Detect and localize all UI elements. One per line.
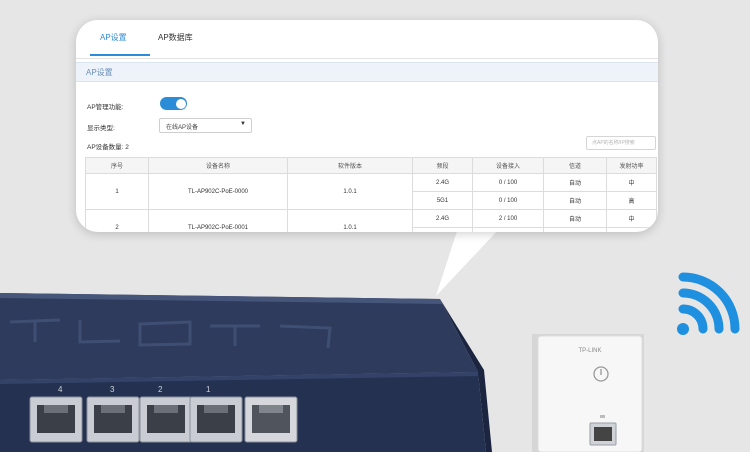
cell-index: 2 [85, 209, 149, 232]
cell-channel: 自动 [543, 209, 607, 228]
cell-power: 高 [606, 191, 657, 210]
display-type-value: 在线AP设备 [166, 125, 199, 131]
cell-index: 1 [85, 173, 149, 210]
chevron-down-icon: ▼ [240, 121, 246, 127]
section-title: AP设置 [86, 68, 113, 77]
tab-ap-database[interactable]: AP数据库 [158, 32, 193, 43]
tab-bar: AP设置 AP数据库 [76, 20, 658, 59]
cell-power: 中 [606, 209, 657, 228]
cell-power: 中 [606, 173, 657, 192]
ap-settings-panel: AP设置 AP数据库 AP设置 AP管理功能: 显示类型: 在线AP设备 ▼ A… [76, 20, 658, 232]
product-scene: 4 3 2 1 TP-LINK AP设置 AP数据库 AP设置 AP管理功能: … [0, 0, 750, 452]
col-header-version: 软件版本 [287, 157, 413, 174]
cell-device-name: TL-AP902C-PoE-0000 [148, 173, 288, 210]
col-header-channel: 信道 [543, 157, 607, 174]
cell-clients [472, 227, 544, 232]
table-row[interactable]: 1 TL-AP902C-PoE-0000 1.0.1 2.4G 0 / 100 … [85, 173, 657, 210]
section-header: AP设置 [76, 62, 658, 82]
toggle-knob [175, 98, 186, 109]
display-type-label: 显示类型: [87, 125, 115, 132]
ap-device-table: 序号 设备名称 软件版本 频段 设备接入 信道 发射功率 1 TL-AP902C… [85, 157, 657, 232]
cell-clients: 2 / 100 [472, 209, 544, 228]
cell-channel: 自动 [543, 191, 607, 210]
col-header-clients: 设备接入 [472, 157, 544, 174]
ap-manage-toggle[interactable] [160, 97, 187, 110]
ap-search-input[interactable] [586, 136, 656, 150]
col-header-index: 序号 [85, 157, 149, 174]
cell-band: 2.4G [412, 173, 473, 192]
col-header-band: 频段 [412, 157, 473, 174]
cell-band: 5G1 [412, 191, 473, 210]
cell-clients: 0 / 100 [472, 191, 544, 210]
cell-device-name: TL-AP902C-PoE-0001 [148, 209, 288, 232]
col-header-name: 设备名称 [148, 157, 288, 174]
col-header-power: 发射功率 [606, 157, 657, 174]
table-row[interactable]: 2 TL-AP902C-PoE-0001 1.0.1 2.4G 2 / 100 … [85, 209, 657, 232]
cell-version: 1.0.1 [287, 209, 413, 232]
cell-band: 2.4G [412, 209, 473, 228]
ap-device-count: AP设备数量: 2 [87, 144, 129, 151]
cell-band [412, 227, 473, 232]
table-header-row: 序号 设备名称 软件版本 频段 设备接入 信道 发射功率 [85, 157, 657, 174]
active-tab-indicator [90, 54, 150, 56]
display-type-select[interactable]: 在线AP设备 ▼ [159, 118, 252, 133]
cell-channel: 自动 [543, 173, 607, 192]
tab-ap-settings[interactable]: AP设置 [100, 32, 127, 43]
cell-version: 1.0.1 [287, 173, 413, 210]
ap-manage-label: AP管理功能: [87, 104, 124, 111]
cell-power [606, 227, 657, 232]
cell-channel [543, 227, 607, 232]
cell-clients: 0 / 100 [472, 173, 544, 192]
